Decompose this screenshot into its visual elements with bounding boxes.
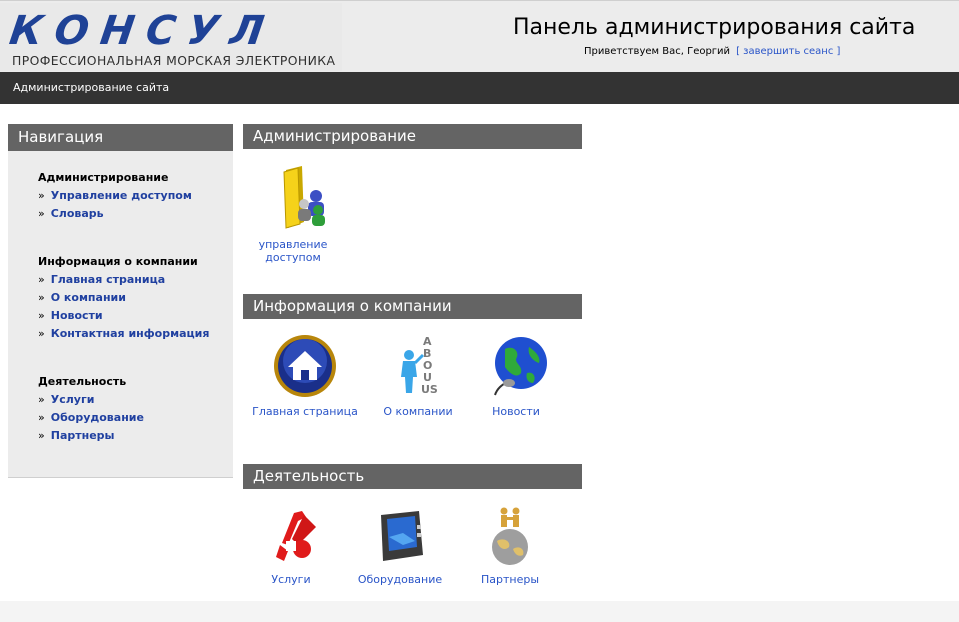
sidebar-item-access-control[interactable]: » Управление доступом xyxy=(38,187,192,205)
sidebar-item-equipment[interactable]: » Оборудование xyxy=(38,409,144,427)
tile-label: Услуги xyxy=(271,573,311,586)
nav-group-activity: Деятельность » Услуги » Оборудование » Парт… xyxy=(38,373,144,445)
logo-tagline: ПРОФЕССИОНАЛЬНАЯ МОРСКАЯ ЭЛЕКТРОНИКА xyxy=(12,53,336,68)
bullet-icon: » xyxy=(38,309,45,322)
tools-icon xyxy=(276,511,316,561)
user-greeting: Приветствуем Вас, Георгий [ завершить сеа… xyxy=(584,45,840,58)
sidebar-item-label: Главная страница xyxy=(50,273,166,286)
home-icon xyxy=(274,335,336,397)
section-title-activity: Деятельность xyxy=(243,464,582,489)
logout-link[interactable]: [ завершить сеанс ] xyxy=(736,46,840,57)
nav-group-title: Деятельность xyxy=(38,375,127,388)
tile-label: Главная страница xyxy=(252,405,358,418)
top-bar-title: Администрирование сайта xyxy=(13,81,170,94)
bullet-icon: » xyxy=(38,273,45,286)
sidebar-item-label: О компании xyxy=(50,291,126,304)
sidebar-item-label: Услуги xyxy=(50,393,95,406)
section-title-company-info: Информация о компании xyxy=(243,294,582,319)
globe-icon xyxy=(494,337,547,396)
tile-label: Партнеры xyxy=(480,573,540,586)
sidebar-title: Навигация xyxy=(8,124,233,151)
tile-label: Оборудование xyxy=(357,573,443,586)
greeting-text: Приветствуем Вас, Георгий xyxy=(584,46,731,57)
sidebar-item-label: Контактная информация xyxy=(50,327,210,340)
sidebar-item-news[interactable]: » Новости xyxy=(38,307,209,325)
partners-globe-icon xyxy=(492,507,528,565)
sidebar-navigation: Навигация Администрирование » Управление … xyxy=(8,124,233,478)
bullet-icon: » xyxy=(38,429,45,442)
sidebar-item-services[interactable]: » Услуги xyxy=(38,391,144,409)
bullet-icon: » xyxy=(38,411,45,424)
page-title: Панель администрирования сайта xyxy=(513,15,916,40)
sidebar-item-about[interactable]: » О компании xyxy=(38,289,209,307)
svg-text:US: US xyxy=(421,383,438,396)
monitor-icon xyxy=(381,511,423,561)
tile-home-page[interactable]: Главная страница xyxy=(250,333,360,418)
sidebar-item-home-page[interactable]: » Главная страница xyxy=(38,271,209,289)
folder-users-icon xyxy=(283,166,325,229)
page-footer xyxy=(0,601,959,622)
sidebar-item-label: Новости xyxy=(50,309,103,322)
tile-news[interactable]: Новости xyxy=(461,333,571,418)
bullet-icon: » xyxy=(38,393,45,406)
site-header: КОНСУЛ ПРОФЕССИОНАЛЬНАЯ МОРСКАЯ ЭЛЕКТРОН… xyxy=(0,0,959,72)
tile-label: О компании xyxy=(383,405,453,418)
sidebar-item-contacts[interactable]: » Контактная информация xyxy=(38,325,209,343)
tile-access-control[interactable]: управление доступом xyxy=(238,162,348,264)
bullet-icon: » xyxy=(38,291,45,304)
sidebar-item-label: Партнеры xyxy=(50,429,115,442)
logo[interactable]: КОНСУЛ ПРОФЕССИОНАЛЬНАЯ МОРСКАЯ ЭЛЕКТРОН… xyxy=(0,3,342,71)
nav-group-title: Администрирование xyxy=(38,171,169,184)
admin-page: КОНСУЛ ПРОФЕССИОНАЛЬНАЯ МОРСКАЯ ЭЛЕКТРОН… xyxy=(0,0,959,622)
about-us-icon: A B O U US xyxy=(401,335,438,396)
bullet-icon: » xyxy=(38,327,45,340)
tile-label: управление доступом xyxy=(258,238,328,264)
tile-partners[interactable]: Партнеры xyxy=(455,505,565,586)
sidebar-item-label: Управление доступом xyxy=(50,189,192,202)
top-bar: Администрирование сайта xyxy=(0,72,959,104)
logo-wordmark: КОНСУЛ xyxy=(6,8,279,54)
sidebar-item-dictionary[interactable]: » Словарь xyxy=(38,205,192,223)
tile-about[interactable]: A B O U US О компании xyxy=(363,333,473,418)
sidebar-item-partners[interactable]: » Партнеры xyxy=(38,427,144,445)
tile-label: Новости xyxy=(492,405,540,418)
nav-group-administration: Администрирование » Управление доступом »… xyxy=(38,169,192,223)
sidebar-item-label: Словарь xyxy=(50,207,104,220)
bullet-icon: » xyxy=(38,207,45,220)
tile-equipment[interactable]: Оборудование xyxy=(345,505,455,586)
nav-group-title: Информация о компании xyxy=(38,255,198,268)
nav-group-company-info: Информация о компании » Главная страница … xyxy=(38,253,209,343)
section-title-administration: Администрирование xyxy=(243,124,582,149)
sidebar-item-label: Оборудование xyxy=(50,411,144,424)
bullet-icon: » xyxy=(38,189,45,202)
tile-services[interactable]: Услуги xyxy=(236,505,346,586)
